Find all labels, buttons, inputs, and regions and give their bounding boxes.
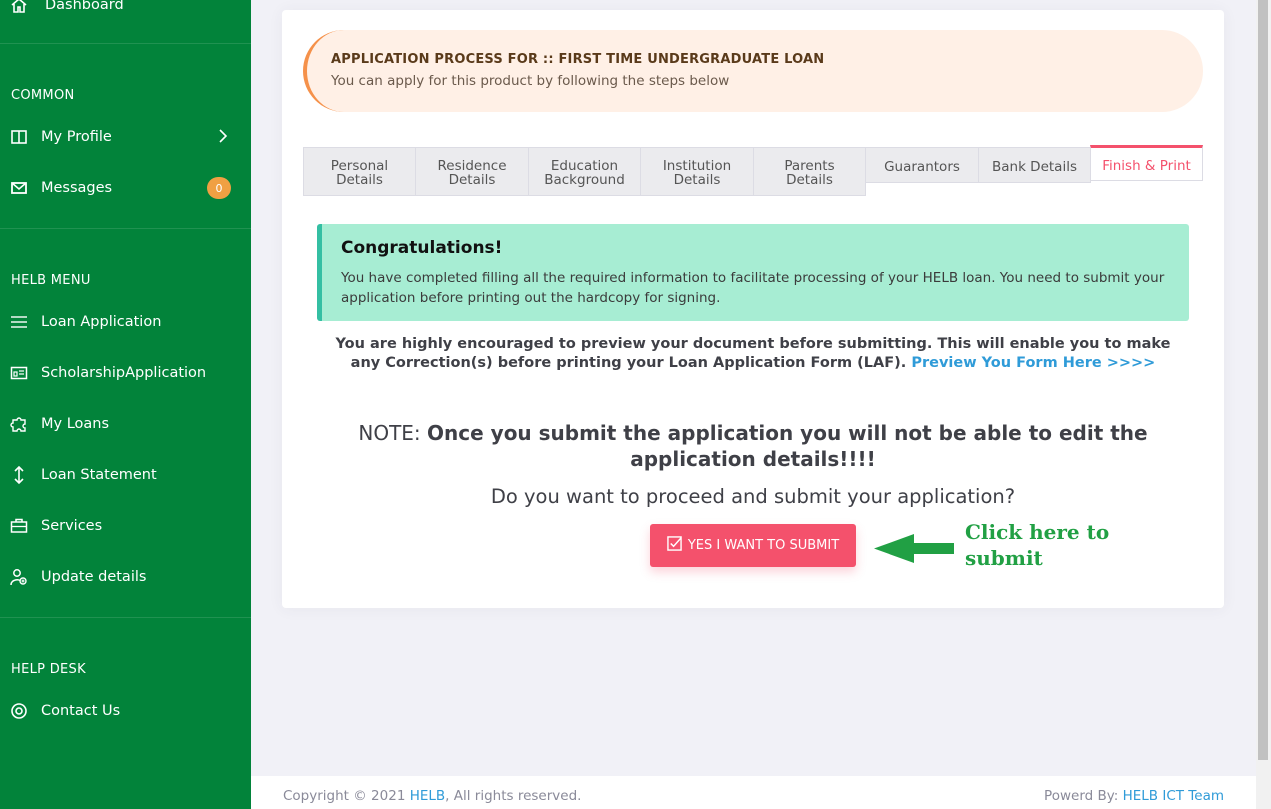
sidebar-item-label: Loan Application <box>41 314 162 330</box>
tab-label-line: Education <box>550 158 619 174</box>
tab-label-line: Parents <box>784 158 835 174</box>
sidebar-item-my-profile[interactable]: My Profile <box>0 117 251 157</box>
messages-count-badge: 0 <box>207 177 231 199</box>
sidebar-item-label: Messages <box>41 180 113 196</box>
pointer-arrow-icon <box>874 534 954 563</box>
tab-label-line: Details <box>786 172 833 188</box>
tab-label-line: Details <box>448 172 496 188</box>
tab-bank-details[interactable]: Bank Details <box>978 147 1091 183</box>
home-icon <box>10 0 28 14</box>
tab-label-line: Residence <box>437 158 507 174</box>
tab-residence-details[interactable]: Residence Details <box>415 147 529 196</box>
user-settings-icon <box>10 568 28 586</box>
tab-label-line: Details <box>336 172 383 188</box>
checkbox-icon <box>667 536 682 551</box>
tab-personal-details[interactable]: Personal Details <box>303 147 416 196</box>
menu-lines-icon <box>10 313 28 331</box>
sidebar-item-services[interactable]: Services <box>0 506 251 546</box>
tab-parents-details[interactable]: Parents Details <box>753 147 866 196</box>
tab-label-line: Institution <box>662 158 732 174</box>
sidebar-item-label: My Loans <box>41 416 110 432</box>
up-down-arrow-icon <box>10 466 28 484</box>
submit-button-label: YES I WANT TO SUBMIT <box>687 538 840 553</box>
tab-label-line: Details <box>673 172 721 188</box>
alert-message: You have completed filling all the requi… <box>341 270 1165 306</box>
application-steps-tabs: Personal Details Residence Details Educati… <box>303 145 1203 197</box>
section-heading-common: COMMON <box>11 88 75 103</box>
lifebuoy-icon <box>10 702 28 720</box>
preview-form-link[interactable]: Preview You Form Here >>>> <box>911 355 1155 371</box>
vertical-scrollbar[interactable] <box>1256 0 1271 809</box>
sidebar: Dashboard COMMON My Profile Messages 0 H… <box>0 0 251 809</box>
envelope-icon <box>10 179 28 197</box>
sidebar-item-label: My Profile <box>41 129 112 145</box>
helb-link[interactable]: HELB <box>410 788 445 804</box>
tab-guarantors[interactable]: Guarantors <box>865 147 979 183</box>
preview-instructions: You are highly encouraged to preview you… <box>322 335 1184 373</box>
sidebar-item-label: ScholarshipApplication <box>41 365 207 381</box>
submit-application-button[interactable]: YES I WANT TO SUBMIT <box>650 524 856 567</box>
tab-label: Finish & Print <box>1102 157 1191 174</box>
copyright: Copyright © 2021 HELB, All rights reserv… <box>283 788 581 804</box>
powered-by: Powerd By: HELB ICT Team <box>1044 788 1224 804</box>
note-text: Once you submit the application you will… <box>427 421 1148 471</box>
sidebar-item-contact-us[interactable]: Contact Us <box>0 691 251 731</box>
sidebar-item-update-details[interactable]: Update details <box>0 557 251 597</box>
sidebar-item-label: Dashboard <box>45 0 124 13</box>
sidebar-item-label: Contact Us <box>41 703 121 719</box>
briefcase-icon <box>10 517 28 535</box>
footer: Copyright © 2021 HELB, All rights reserv… <box>251 776 1256 809</box>
edit-warning-note: NOTE: Once you submit the application yo… <box>322 420 1184 472</box>
success-alert: Congratulations! You have completed fill… <box>317 224 1189 321</box>
copyright-suffix: , All rights reserved. <box>445 788 582 804</box>
tab-label-line: Personal <box>330 158 389 174</box>
tab-finish-print[interactable]: Finish & Print <box>1090 145 1203 181</box>
note-prefix: NOTE: <box>358 421 421 445</box>
divider <box>0 228 251 229</box>
puzzle-icon <box>10 415 28 433</box>
click-here-annotation: Click here to submit <box>965 520 1110 570</box>
divider <box>0 617 251 618</box>
submit-question: Do you want to proceed and submit your a… <box>490 485 1016 508</box>
process-subtitle: You can apply for this product by follow… <box>331 73 730 89</box>
scrollbar-thumb[interactable] <box>1258 0 1268 760</box>
sidebar-item-loan-statement[interactable]: Loan Statement <box>0 455 251 495</box>
powered-prefix: Powerd By: <box>1044 788 1119 804</box>
sidebar-item-loan-application[interactable]: Loan Application <box>0 302 251 342</box>
sidebar-item-label: Loan Statement <box>41 467 157 483</box>
section-heading-help-desk: HELP DESK <box>11 662 86 677</box>
dashboard-card-icon <box>10 364 28 382</box>
tab-label: Bank Details <box>991 158 1077 175</box>
columns-icon <box>10 128 28 146</box>
tab-label-line: Background <box>544 172 625 188</box>
copyright-prefix: Copyright © 2021 <box>283 788 406 804</box>
sidebar-item-scholarship-application[interactable]: ScholarshipApplication <box>0 353 251 393</box>
helb-ict-team-link[interactable]: HELB ICT Team <box>1123 788 1224 804</box>
section-heading-helb-menu: HELB MENU <box>11 273 91 288</box>
sidebar-item-label: Update details <box>41 569 147 585</box>
tab-institution-details[interactable]: Institution Details <box>640 147 754 196</box>
sidebar-item-messages[interactable]: Messages 0 <box>0 168 251 208</box>
chevron-right-icon <box>218 128 228 147</box>
tab-label: Guarantors <box>884 158 960 175</box>
sidebar-item-label: Services <box>41 518 103 534</box>
process-banner: APPLICATION PROCESS FOR :: FIRST TIME UN… <box>303 30 1203 112</box>
sidebar-item-my-loans[interactable]: My Loans <box>0 404 251 444</box>
sidebar-item-dashboard[interactable]: Dashboard <box>0 0 251 25</box>
application-card: APPLICATION PROCESS FOR :: FIRST TIME UN… <box>282 10 1224 608</box>
tab-education-background[interactable]: Education Background <box>528 147 641 196</box>
divider <box>0 43 251 44</box>
process-title: APPLICATION PROCESS FOR :: FIRST TIME UN… <box>331 52 825 67</box>
alert-heading: Congratulations! <box>341 238 503 258</box>
